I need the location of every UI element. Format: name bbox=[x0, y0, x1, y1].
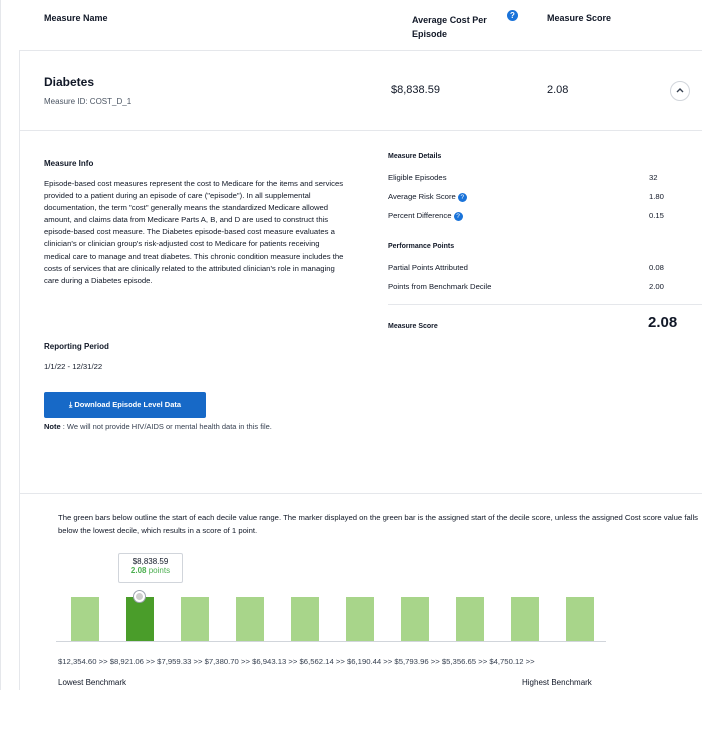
decile-bar bbox=[566, 597, 594, 641]
eligible-episodes-value: 32 bbox=[649, 173, 658, 182]
download-note: Note : We will not provide HIV/AIDS or m… bbox=[44, 421, 284, 432]
partial-points-value: 0.08 bbox=[649, 263, 664, 272]
percent-difference-label: Percent Difference bbox=[388, 211, 452, 220]
cost-measure-panel: Measure Name Average Cost Per Episode ? … bbox=[0, 0, 702, 690]
divider bbox=[388, 304, 702, 305]
decile-bar bbox=[401, 597, 429, 641]
chevron-up-icon bbox=[676, 88, 684, 93]
tooltip-points-suffix: points bbox=[146, 566, 171, 575]
tooltip-points-value: 2.08 bbox=[130, 566, 147, 575]
column-header-measure-score: Measure Score bbox=[547, 13, 612, 23]
lowest-benchmark-label: Lowest Benchmark bbox=[58, 678, 127, 687]
note-label: Note bbox=[44, 422, 61, 431]
decile-bar bbox=[236, 597, 264, 641]
decile-description: The green bars below outline the start o… bbox=[58, 513, 698, 535]
table-header: Measure Name Average Cost Per Episode ? … bbox=[1, 0, 702, 50]
avg-risk-score-label-wrap: Average Risk Score? bbox=[388, 192, 467, 202]
percent-difference-value: 0.15 bbox=[649, 211, 664, 220]
benchmark-points-value: 2.00 bbox=[649, 282, 664, 291]
measure-id: Measure ID: COST_D_1 bbox=[44, 97, 132, 106]
measure-card: Diabetes Measure ID: COST_D_1 $8,838.59 … bbox=[19, 50, 702, 690]
help-icon[interactable]: ? bbox=[453, 212, 463, 221]
score-tooltip: $8,838.59 2.08 points bbox=[118, 553, 183, 583]
column-header-avg-cost: Average Cost Per Episode bbox=[412, 15, 487, 39]
performance-points-heading: Performance Points bbox=[388, 243, 455, 250]
benchmark-points-label: Points from Benchmark Decile bbox=[388, 282, 492, 291]
decile-bar bbox=[291, 597, 319, 641]
collapse-chevron-up-icon[interactable] bbox=[670, 81, 690, 101]
percent-difference-label-wrap: Percent Difference? bbox=[388, 211, 463, 221]
divider bbox=[20, 493, 702, 494]
avg-risk-score-label: Average Risk Score bbox=[388, 192, 456, 201]
measure-score-value: 2.08 bbox=[547, 84, 569, 96]
tooltip-cost: $8,838.59 bbox=[132, 557, 169, 566]
measure-info-heading: Measure Info bbox=[44, 159, 94, 168]
divider bbox=[20, 130, 702, 131]
eligible-episodes-label: Eligible Episodes bbox=[388, 173, 447, 182]
chart-axis bbox=[56, 641, 606, 642]
decile-bar bbox=[346, 597, 374, 641]
decile-bar bbox=[126, 597, 154, 641]
help-icon[interactable]: ? bbox=[457, 193, 467, 202]
measure-score-total: 2.08 bbox=[648, 314, 678, 331]
help-icon[interactable]: ? bbox=[507, 10, 518, 21]
decile-bar bbox=[456, 597, 484, 641]
note-text: : We will not provide HIV/AIDS or mental… bbox=[60, 422, 272, 431]
reporting-period-value: 1/1/22 - 12/31/22 bbox=[44, 362, 103, 371]
avg-risk-score-value: 1.80 bbox=[649, 192, 664, 201]
decile-chart: $8,838.59 2.08 points $12,354.60 >> $8,9… bbox=[20, 551, 702, 691]
highest-benchmark-label: Highest Benchmark bbox=[522, 678, 592, 687]
decile-tick-labels: $12,354.60 >> $8,921.06 >> $7,959.33 >> … bbox=[58, 657, 535, 666]
reporting-period-heading: Reporting Period bbox=[44, 342, 109, 351]
avg-cost-value: $8,838.59 bbox=[391, 84, 440, 96]
column-header-measure-name: Measure Name bbox=[44, 13, 108, 23]
decile-bar bbox=[71, 597, 99, 641]
partial-points-label: Partial Points Attributed bbox=[388, 263, 468, 272]
measure-details-heading: Measure Details bbox=[388, 153, 442, 160]
decile-bar bbox=[181, 597, 209, 641]
tooltip-points: 2.08 points bbox=[119, 566, 182, 575]
measure-title: Diabetes bbox=[44, 75, 95, 89]
download-episode-data-button[interactable]: ⤓ Download Episode Level Data bbox=[44, 392, 206, 418]
measure-score-label: Measure Score bbox=[388, 323, 438, 330]
measure-info-text: Episode-based cost measures represent th… bbox=[44, 179, 344, 285]
decile-bar bbox=[511, 597, 539, 641]
score-marker bbox=[134, 591, 145, 602]
